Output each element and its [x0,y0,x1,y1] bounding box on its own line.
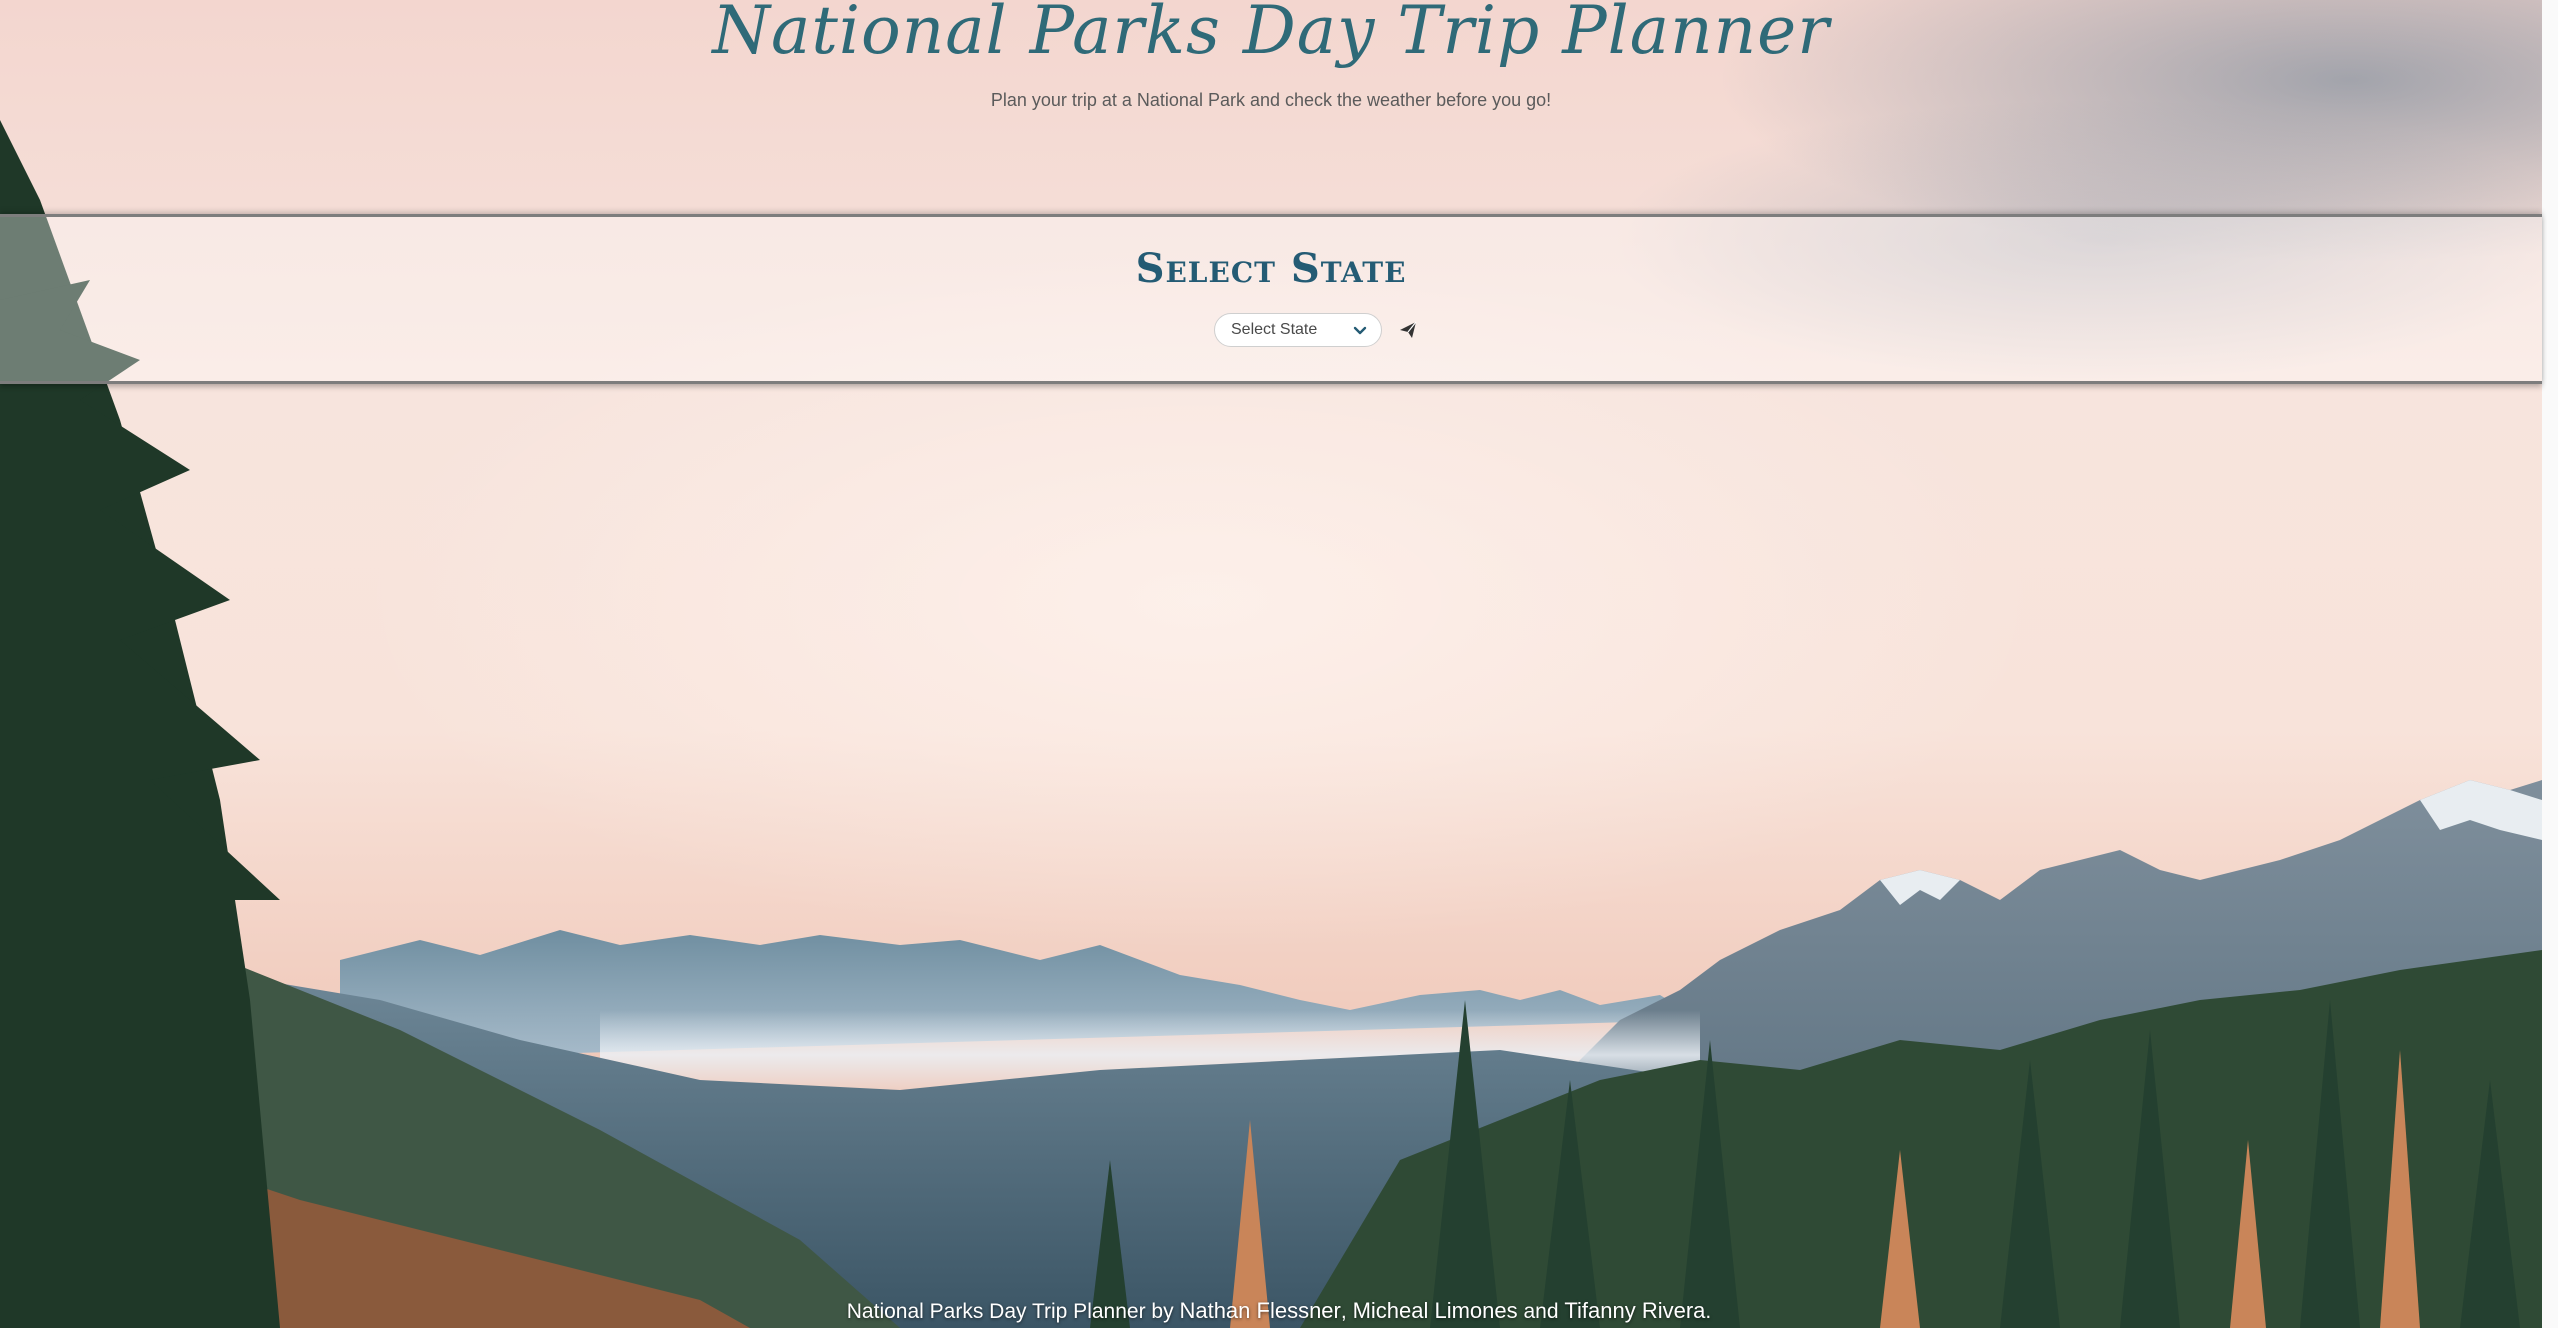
footer-end: . [1705,1300,1712,1323]
footer-author-1: Nathan Flessner [1179,1298,1341,1323]
footer-app-name: National Parks Day Trip Planner [846,1300,1146,1323]
site-subtitle: Plan your trip at a National Park and ch… [990,90,1552,110]
chevron-down-icon [1353,326,1367,335]
footer-separator: , [1340,1300,1347,1323]
footer-author-2: Micheal Limones [1352,1298,1518,1323]
select-state-heading: Select State [1135,245,1407,292]
footer-author-3: Tifanny Rivera [1564,1298,1706,1323]
submit-state-button[interactable] [1398,320,1418,340]
state-selection-panel: Select State Select State [0,214,2542,384]
state-select-dropdown[interactable]: Select State [1214,313,1382,347]
header: National Parks Day Trip Planner Plan you… [0,0,2542,214]
footer-by: by [1151,1300,1174,1323]
state-controls: Select State [0,313,2542,347]
footer-and: and [1523,1300,1559,1323]
footer-credits: National Parks Day Trip Planner by Natha… [0,1298,2558,1324]
state-select-value: Select State [1231,321,1318,338]
site-title: National Parks Day Trip Planner [712,0,1830,69]
page-scroll-edge [2542,0,2558,1328]
paper-plane-icon [1400,321,1417,338]
